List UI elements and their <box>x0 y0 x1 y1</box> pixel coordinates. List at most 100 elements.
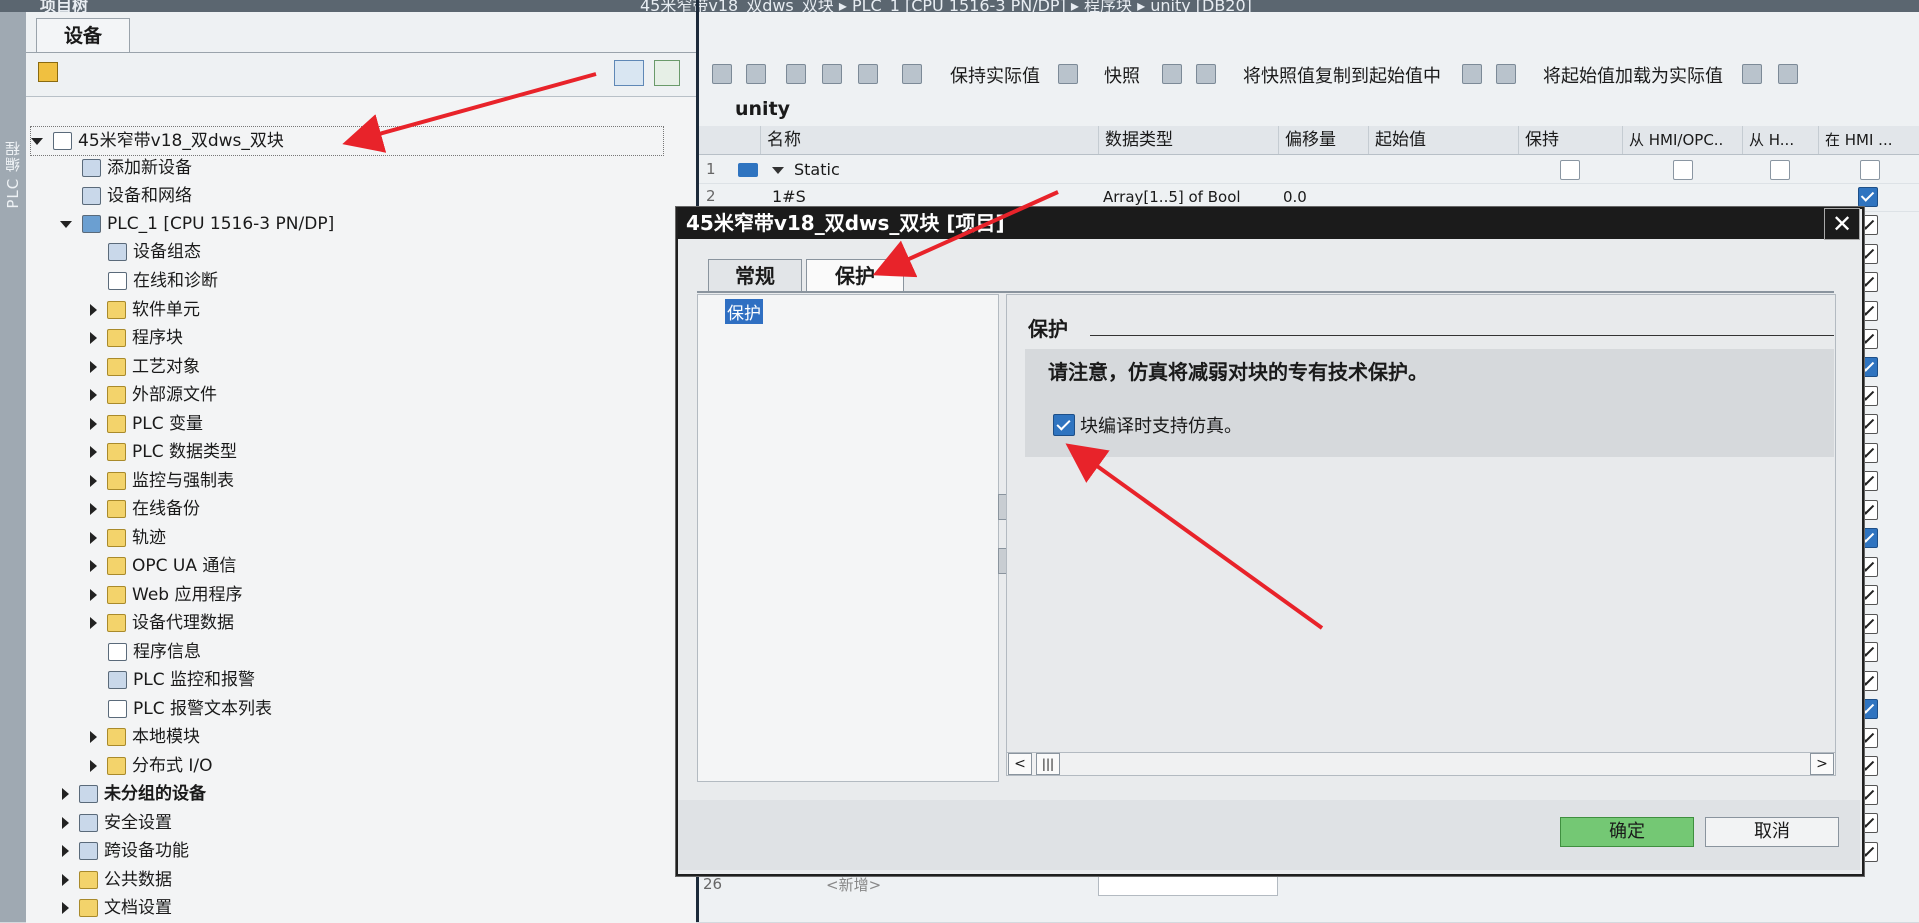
tree-item-tech-objects[interactable]: 工艺对象 <box>90 353 200 381</box>
tree-item-online-backups[interactable]: 在线备份 <box>90 495 200 523</box>
collapse-arrow-icon[interactable] <box>90 532 97 544</box>
tree-item-distributed-io[interactable]: 分布式 I/O <box>90 752 213 780</box>
row-name[interactable]: 1#S <box>772 187 806 206</box>
tree-item-devices-networks[interactable]: 设备和网络 <box>82 182 192 210</box>
simulation-support-checkbox[interactable] <box>1053 414 1075 436</box>
export-icon[interactable] <box>654 60 680 86</box>
expand-arrow-icon[interactable] <box>60 220 72 228</box>
tree-item-external-sources[interactable]: 外部源文件 <box>90 381 217 409</box>
collapse-arrow-icon[interactable] <box>62 788 69 800</box>
tree-item-program-info[interactable]: 程序信息 <box>108 638 201 666</box>
tree-item-device-config[interactable]: 设备组态 <box>108 238 201 266</box>
tree-item-device-proxy[interactable]: 设备代理数据 <box>90 609 234 637</box>
expand-arrow-icon[interactable] <box>31 137 43 145</box>
col-start-value[interactable]: 起始值 <box>1368 126 1515 154</box>
tree-item-opc-ua[interactable]: OPC UA 通信 <box>90 552 236 580</box>
row-name[interactable]: Static <box>772 160 840 179</box>
scroll-right-icon[interactable]: > <box>1810 753 1834 775</box>
collapse-all-icon[interactable] <box>822 64 842 84</box>
tree-item-add-device[interactable]: 添加新设备 <box>82 154 192 182</box>
retain-checkbox[interactable] <box>1560 160 1580 180</box>
project-view-icon[interactable] <box>38 62 58 82</box>
tree-item-traces[interactable]: 轨迹 <box>90 524 166 552</box>
scroll-left-icon[interactable]: < <box>1008 753 1032 775</box>
collapse-arrow-icon[interactable] <box>62 902 69 914</box>
col-datatype[interactable]: 数据类型 <box>1098 126 1275 154</box>
collapse-arrow-icon[interactable] <box>90 332 97 344</box>
in-hmi-checkbox[interactable] <box>1860 160 1880 180</box>
tree-item-web-apps[interactable]: Web 应用程序 <box>90 581 242 609</box>
from-hmi-checkbox[interactable] <box>1673 160 1693 180</box>
col-in-hmi[interactable]: 在 HMI ... <box>1818 126 1919 154</box>
tree-item-plc-tags[interactable]: PLC 变量 <box>90 410 203 438</box>
scroll-thumb[interactable]: ||| <box>1036 753 1060 775</box>
database-icon[interactable] <box>1058 64 1078 84</box>
ok-button[interactable]: 确定 <box>1560 817 1694 847</box>
in-hmi-checkbox[interactable] <box>1858 187 1878 207</box>
tree-item-common-data[interactable]: 公共数据 <box>62 866 172 894</box>
collapse-arrow-icon[interactable] <box>62 874 69 886</box>
col-from-hmi-opc[interactable]: 从 HMI/OPC.. <box>1622 126 1739 154</box>
tree-item-software-units[interactable]: 软件单元 <box>90 296 200 324</box>
col-from-h[interactable]: 从 H... <box>1742 126 1817 154</box>
monitor-icon[interactable] <box>902 64 922 84</box>
tree-item-plc-alarms[interactable]: PLC 监控和报警 <box>108 666 255 694</box>
collapse-arrow-icon[interactable] <box>90 503 97 515</box>
keep-actual-values-button[interactable]: 保持实际值 <box>950 62 1040 88</box>
copy-all-icon[interactable] <box>1496 64 1516 84</box>
tab-general[interactable]: 常规 <box>708 259 802 293</box>
simulation-support-label[interactable]: 块编译时支持仿真。 <box>1080 412 1242 438</box>
collapse-arrow-icon[interactable] <box>90 760 97 772</box>
copy-icon[interactable] <box>1462 64 1482 84</box>
add-new-row[interactable]: <新增> <box>826 874 881 895</box>
expand-arrow-icon[interactable] <box>772 167 784 174</box>
collapse-arrow-icon[interactable] <box>90 361 97 373</box>
tree-item-watch-tables[interactable]: 监控与强制表 <box>90 467 234 495</box>
load-icon[interactable] <box>1742 64 1762 84</box>
list-icon[interactable] <box>858 64 878 84</box>
snapshot-load-icon[interactable] <box>1196 64 1216 84</box>
horizontal-scrollbar[interactable] <box>1006 752 1836 776</box>
tab-devices[interactable]: 设备 <box>36 18 130 53</box>
snapshot-button[interactable]: 快照 <box>1104 62 1140 88</box>
collapse-arrow-icon[interactable] <box>90 418 97 430</box>
collapse-arrow-icon[interactable] <box>90 475 97 487</box>
col-offset[interactable]: 偏移量 <box>1278 126 1365 154</box>
collapse-arrow-icon[interactable] <box>90 304 97 316</box>
from-h-checkbox[interactable] <box>1770 160 1790 180</box>
tree-item-ungrouped[interactable]: 未分组的设备 <box>62 780 206 808</box>
collapse-arrow-icon[interactable] <box>90 589 97 601</box>
insert-row-icon[interactable] <box>712 64 732 84</box>
close-icon[interactable]: ✕ <box>1824 208 1860 240</box>
load-all-icon[interactable] <box>1778 64 1798 84</box>
collapse-arrow-icon[interactable] <box>90 731 97 743</box>
collapse-arrow-icon[interactable] <box>90 617 97 629</box>
tree-item-cross-device[interactable]: 跨设备功能 <box>62 837 189 865</box>
collapse-arrow-icon[interactable] <box>90 560 97 572</box>
list-view-icon[interactable] <box>614 60 644 86</box>
load-start-values-button[interactable]: 将起始值加载为实际值 <box>1543 62 1723 88</box>
col-name[interactable]: 名称 <box>760 126 1097 154</box>
snapshot-icon[interactable] <box>1162 64 1182 84</box>
tree-item-local-modules[interactable]: 本地模块 <box>90 723 200 751</box>
tree-item-doc-settings[interactable]: 文档设置 <box>62 894 172 922</box>
tree-item-security[interactable]: 安全设置 <box>62 809 172 837</box>
row-datatype[interactable]: Array[1..5] of Bool <box>1103 188 1241 206</box>
tree-item-online-diag[interactable]: 在线和诊断 <box>108 267 218 295</box>
tree-item-project[interactable]: 45米窄带v18_双dws_双块 <box>30 126 664 156</box>
collapse-arrow-icon[interactable] <box>90 389 97 401</box>
cancel-button[interactable]: 取消 <box>1705 817 1839 847</box>
nav-item-protection[interactable]: 保护 <box>725 299 763 324</box>
collapse-arrow-icon[interactable] <box>62 845 69 857</box>
tree-item-alarm-texts[interactable]: PLC 报警文本列表 <box>108 695 272 723</box>
collapse-arrow-icon[interactable] <box>62 817 69 829</box>
table-row[interactable] <box>699 155 1919 184</box>
expand-all-icon[interactable] <box>786 64 806 84</box>
tree-item-program-blocks[interactable]: 程序块 <box>90 324 183 352</box>
col-retain[interactable]: 保持 <box>1518 126 1620 154</box>
tree-item-plc-datatypes[interactable]: PLC 数据类型 <box>90 438 237 466</box>
plc-programming-label[interactable]: PLC 编程 <box>2 140 24 209</box>
tree-item-plc[interactable]: PLC_1 [CPU 1516-3 PN/DP] <box>60 210 334 238</box>
tab-protection[interactable]: 保护 <box>806 259 904 292</box>
add-row-icon[interactable] <box>746 64 766 84</box>
